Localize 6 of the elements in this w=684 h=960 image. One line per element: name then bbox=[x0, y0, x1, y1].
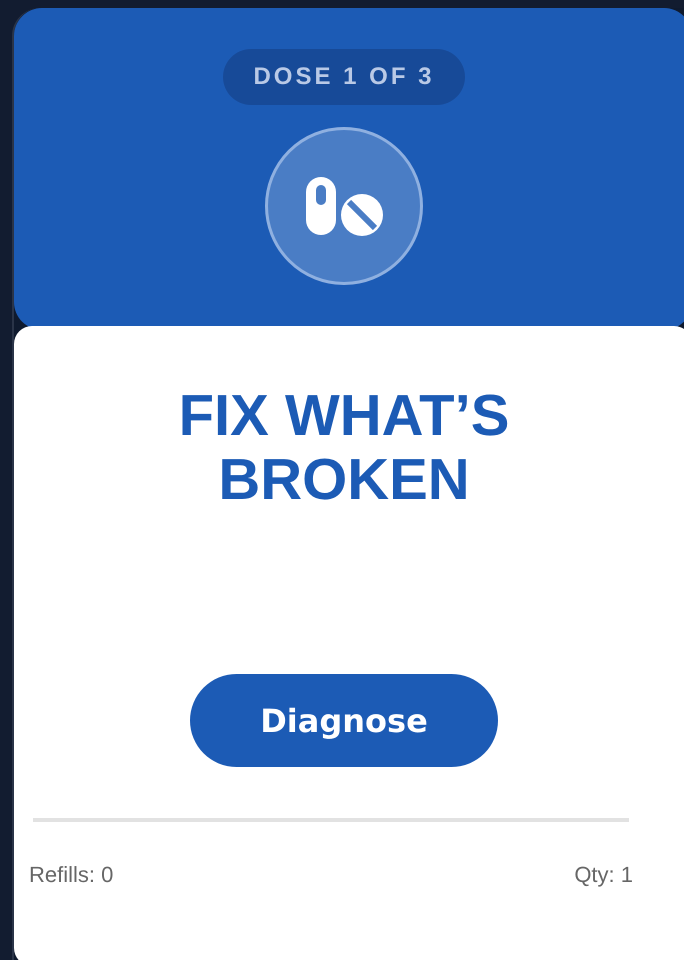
card-title: FIX WHAT’S BROKEN bbox=[178, 384, 510, 512]
pills-icon bbox=[304, 175, 384, 237]
quantity-count: Qty: 1 bbox=[574, 861, 633, 889]
dose-badge: DOSE 1 OF 3 bbox=[223, 49, 465, 105]
diagnose-button[interactable]: Diagnose bbox=[190, 674, 498, 767]
refills-count: Refills: 0 bbox=[29, 861, 114, 889]
